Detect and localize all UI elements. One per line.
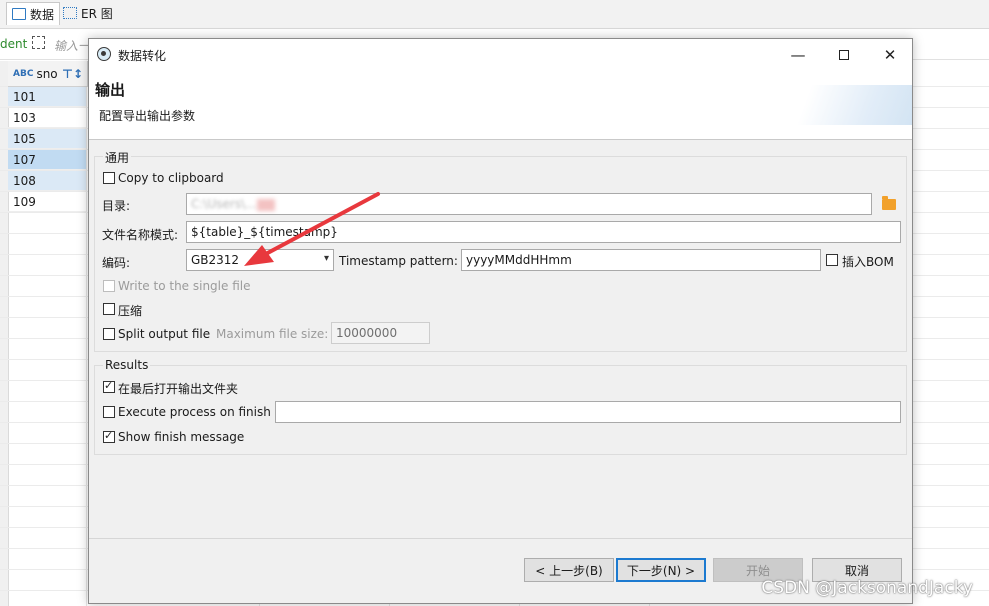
general-group: 通用 Copy to clipboard 目录: C:\Users\... 文件…	[94, 149, 907, 352]
write-single-file-label: Write to the single file	[118, 279, 251, 293]
copy-to-clipboard-checkbox[interactable]	[103, 172, 115, 184]
file-name-pattern-label: 文件名称模式:	[102, 228, 179, 242]
grid-icon	[12, 8, 26, 20]
table-row[interactable]: 103	[8, 108, 86, 128]
header-decoration	[762, 85, 912, 125]
wizard-content: 通用 Copy to clipboard 目录: C:\Users\... 文件…	[89, 140, 912, 538]
compress-label: 压缩	[118, 304, 143, 318]
execute-process-input[interactable]	[275, 401, 901, 423]
encoding-value: GB2312	[191, 253, 240, 267]
open-folder-checkbox[interactable]	[103, 379, 115, 393]
folder-icon[interactable]	[882, 196, 896, 210]
insert-bom-label: 插入BOM	[842, 255, 894, 269]
filter-input[interactable]: 输入一	[54, 37, 90, 54]
chevron-down-icon: ▾	[323, 253, 329, 264]
max-file-size-input[interactable]: 10000000	[331, 322, 430, 344]
tab-er-diagram[interactable]: ER 图	[58, 2, 118, 24]
table-row[interactable]: 105	[8, 129, 86, 149]
table-row[interactable]: 101	[8, 87, 86, 107]
sort-filter-icon[interactable]: ⊤↕	[62, 67, 83, 81]
next-button[interactable]: 下一步(N) >	[616, 558, 706, 582]
encoding-select[interactable]: GB2312 ▾	[186, 249, 334, 271]
show-finish-checkbox[interactable]	[103, 429, 115, 443]
max-file-size-label: Maximum file size:	[216, 327, 329, 341]
minimize-icon: —	[790, 46, 806, 64]
watermark: CSDN @JacksonandJacky	[761, 578, 973, 598]
file-name-pattern-input[interactable]: ${table}_${timestamp}	[186, 221, 901, 243]
tab-data[interactable]: 数据	[6, 2, 61, 25]
directory-label: 目录:	[102, 199, 131, 213]
write-single-file-checkbox[interactable]	[103, 280, 115, 292]
insert-bom-checkbox[interactable]	[826, 254, 838, 266]
dialog-titlebar[interactable]: 数据转化 — ✕	[89, 39, 912, 71]
table-row[interactable]: 109	[8, 192, 86, 212]
dialog-title: 数据转化	[118, 49, 167, 63]
er-diagram-icon	[63, 7, 77, 19]
text-type-icon: ABC	[13, 68, 34, 79]
timestamp-pattern-label: Timestamp pattern:	[339, 254, 458, 268]
tab-er-label: ER 图	[81, 6, 113, 21]
results-group-label: Results	[103, 358, 151, 372]
execute-process-label: Execute process on finish	[118, 405, 271, 419]
filter-prefix-text: dent	[0, 37, 28, 51]
directory-input[interactable]: C:\Users\...	[186, 193, 872, 215]
expand-icon[interactable]	[32, 36, 45, 49]
execute-process-checkbox[interactable]	[103, 406, 115, 418]
page-title: 输出	[95, 81, 126, 99]
wizard-header: 输出 配置导出输出参数	[89, 71, 912, 140]
footer-separator	[89, 538, 912, 539]
compress-checkbox[interactable]	[103, 303, 115, 315]
table-row[interactable]: 108	[8, 171, 86, 191]
copy-to-clipboard-label: Copy to clipboard	[118, 171, 224, 185]
back-button[interactable]: < 上一步(B)	[524, 558, 614, 582]
dbeaver-app-icon	[97, 47, 111, 61]
column-name: sno	[36, 66, 58, 81]
maximize-icon	[839, 50, 849, 60]
tab-data-label: 数据	[30, 7, 55, 22]
split-output-checkbox[interactable]	[103, 328, 115, 340]
column-header-sno[interactable]: ABC sno ⊤↕	[8, 61, 88, 87]
timestamp-pattern-input[interactable]: yyyyMMddHHmm	[461, 249, 821, 271]
show-finish-label: Show finish message	[118, 430, 245, 444]
results-group: Results 在最后打开输出文件夹 Execute process on fi…	[94, 358, 907, 455]
background-toolbar: 数据 ER 图	[0, 0, 989, 29]
data-transfer-dialog: 数据转化 — ✕ 输出 配置导出输出参数 通用 Copy to clipboar…	[88, 38, 913, 604]
page-subtitle: 配置导出输出参数	[99, 109, 196, 123]
split-output-label: Split output file	[118, 327, 211, 341]
encoding-label: 编码:	[102, 256, 131, 270]
general-group-label: 通用	[103, 149, 132, 166]
maximize-button[interactable]	[821, 39, 867, 71]
minimize-button[interactable]: —	[775, 39, 821, 71]
close-icon: ✕	[883, 46, 897, 64]
close-button[interactable]: ✕	[867, 39, 913, 71]
open-folder-label: 在最后打开输出文件夹	[118, 382, 239, 396]
table-row[interactable]: 107	[8, 150, 86, 170]
